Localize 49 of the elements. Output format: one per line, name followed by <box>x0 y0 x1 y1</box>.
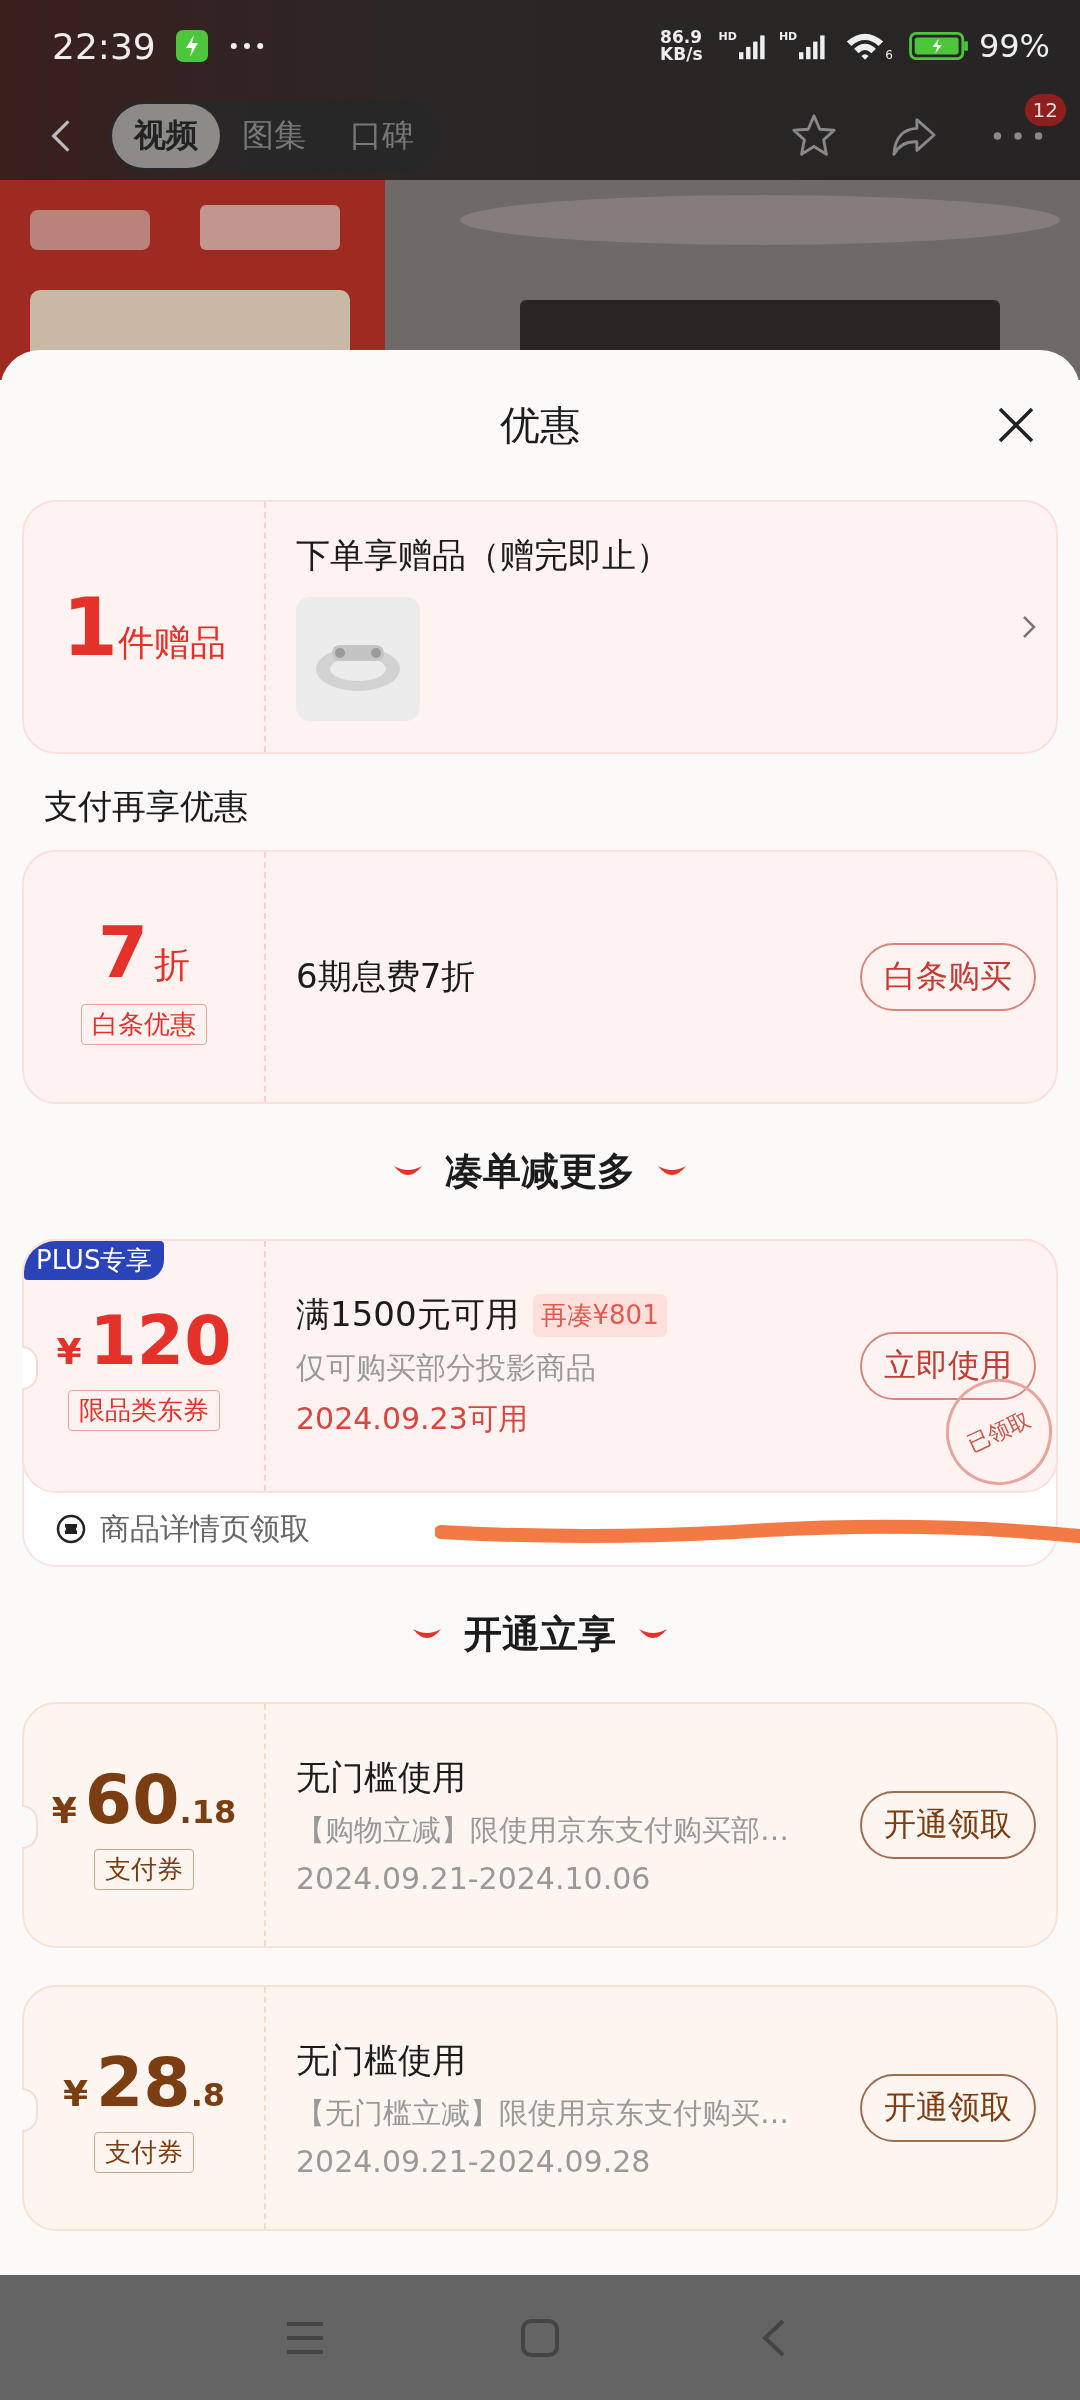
signal-label: HD <box>778 30 798 43</box>
section-heading: 凑单减更多 <box>445 1148 635 1195</box>
close-icon[interactable] <box>996 405 1036 445</box>
clock-time: 22:39 <box>52 25 156 67</box>
wifi-label: 6 <box>885 48 893 62</box>
coupon-date: 2024.09.23可用 <box>296 1400 529 1438</box>
use-button[interactable]: 立即使用 <box>860 1332 1036 1400</box>
coupon-title: 无门槛使用 <box>296 2038 467 2082</box>
section-heading: 支付再享优惠 <box>43 785 249 828</box>
gift-title: 下单享赠品（赠完即止） <box>296 534 671 577</box>
media-tab[interactable]: 图集 <box>220 104 328 168</box>
remaining-tag: 再凑¥801 <box>532 1293 667 1337</box>
media-tab[interactable]: 口碑 <box>328 104 436 168</box>
more-notifications-icon <box>229 42 264 50</box>
discount-amount: 7 折 <box>97 909 191 994</box>
coupon-date: 2024.09.21-2024.09.28 <box>296 2143 652 2179</box>
coupon-amount: ¥60.18 <box>51 1760 237 1839</box>
offer-title: 6期息费7折 <box>296 955 477 998</box>
gift-card[interactable]: 1件赠品 下单享赠品（赠完即止） <box>22 500 1058 754</box>
coupon-title: 无门槛使用 <box>296 1755 467 1799</box>
coupon-title: 满1500元可用 <box>296 1293 519 1336</box>
coupon-description: 【无门槛立减】限使用京东支付购买… <box>296 2094 790 2132</box>
gift-count: 1件赠品 <box>62 580 226 674</box>
claim-button[interactable]: 开通领取 <box>860 1791 1036 1859</box>
coupon-description: 仅可购买部分投影商品 <box>296 1349 597 1387</box>
claim-source: 商品详情页领取 <box>100 1509 310 1548</box>
coupon-amount: ¥28.8 <box>62 2043 226 2122</box>
notification-badge: 12 <box>1024 94 1066 126</box>
coupon-amount: ¥120 <box>56 1301 232 1380</box>
coupon-date: 2024.09.21-2024.10.06 <box>296 1860 652 1896</box>
section-heading: 开通立享 <box>464 1611 616 1658</box>
network-speed: 86.9 KB/s <box>660 29 703 63</box>
signal-label: HD <box>718 30 737 43</box>
coupon-tag: 支付券 <box>94 2132 194 2173</box>
buy-button[interactable]: 白条购买 <box>860 943 1036 1011</box>
wifi-icon <box>845 31 886 61</box>
battery-icon <box>908 32 969 60</box>
ticket-icon <box>56 1514 86 1544</box>
media-tab[interactable]: 视频 <box>112 104 220 168</box>
plus-badge: PLUS专享 <box>24 1241 165 1280</box>
chevron-right-icon[interactable] <box>1022 615 1036 639</box>
charging-icon <box>175 30 208 62</box>
coupon-tag: 支付券 <box>94 1849 194 1890</box>
sheet-title: 优惠 <box>500 400 580 450</box>
battery-level: 99% <box>978 27 1050 65</box>
claim-button[interactable]: 开通领取 <box>860 2074 1036 2142</box>
offer-tag: 白条优惠 <box>81 1003 207 1045</box>
coupon-tag: 限品类东券 <box>68 1390 220 1431</box>
coupon-description: 【购物立减】限使用京东支付购买部… <box>296 1811 790 1849</box>
